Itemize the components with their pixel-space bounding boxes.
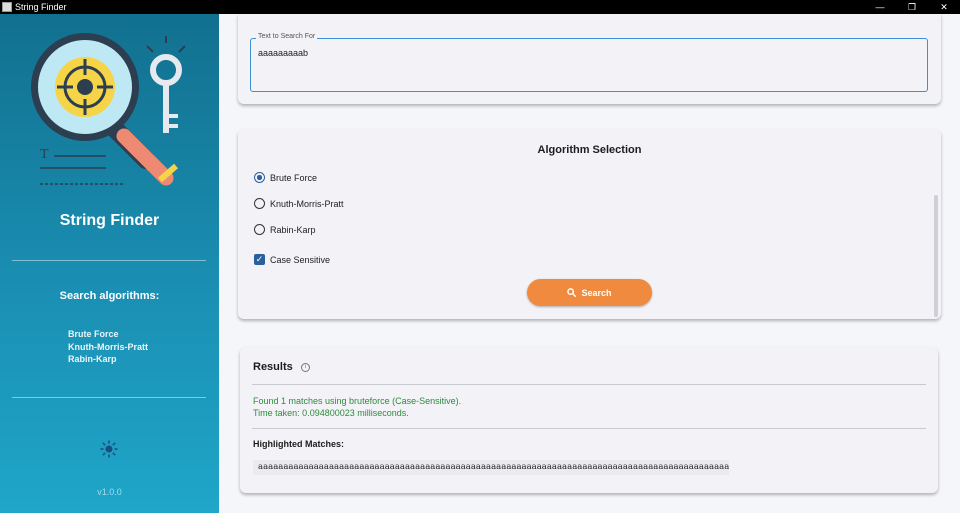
version-label: v1.0.0 xyxy=(97,487,122,497)
highlighted-text-box: aaaaaaaaaaaaaaaaaaaaaaaaaaaaaaaaaaaaaaaa… xyxy=(253,460,729,475)
sidebar: T String Finder Search algorithms: Brute… xyxy=(0,14,219,513)
algorithm-list-item: Knuth-Morris-Pratt xyxy=(68,341,148,352)
algorithm-selection-card: Algorithm Selection Brute Force Knuth-Mo… xyxy=(238,129,941,319)
results-divider xyxy=(252,384,926,385)
radio-brute-force[interactable]: Brute Force xyxy=(254,172,317,183)
info-icon[interactable]: i xyxy=(300,362,310,372)
results-match-count: Found 1 matches using bruteforce (Case-S… xyxy=(253,396,462,406)
results-title-row: Results i xyxy=(253,361,310,373)
checkmark-icon: ✓ xyxy=(254,254,265,265)
svg-text:T: T xyxy=(40,147,49,162)
app-name: String Finder xyxy=(59,212,160,229)
algorithm-selection-title: Algorithm Selection xyxy=(537,144,642,156)
algorithm-list-item: Brute Force xyxy=(68,329,119,339)
minimize-button[interactable]: — xyxy=(864,0,896,14)
results-divider xyxy=(252,428,926,429)
results-status: Found 1 matches using bruteforce (Case-S… xyxy=(253,395,461,419)
radio-label: Rabin-Karp xyxy=(270,224,316,235)
sun-icon[interactable] xyxy=(100,440,118,458)
search-text-field[interactable]: Text to Search For aaaaaaaaab xyxy=(250,33,928,92)
radio-knuth-morris-pratt[interactable]: Knuth-Morris-Pratt xyxy=(254,198,344,209)
radio-label: Brute Force xyxy=(270,172,318,183)
search-icon xyxy=(567,288,577,297)
window-title: String Finder xyxy=(15,2,67,12)
search-button-label: Search xyxy=(581,287,612,298)
search-button[interactable]: Search xyxy=(527,279,652,306)
window-titlebar: String Finder — ❐ ✕ xyxy=(0,0,960,14)
radio-rabin-karp[interactable]: Rabin-Karp xyxy=(254,224,316,235)
radio-label: Knuth-Morris-Pratt xyxy=(270,198,344,209)
checkbox-label: Case Sensitive xyxy=(270,254,331,265)
sidebar-divider xyxy=(12,260,206,261)
algorithms-list: Brute Force Knuth-Morris-Pratt Rabin-Kar… xyxy=(68,328,148,366)
algorithms-heading: Search algorithms: xyxy=(59,290,160,302)
magnifier-key-logo-icon: T xyxy=(31,33,186,186)
sidebar-divider xyxy=(12,397,206,398)
radio-unchecked-icon xyxy=(254,224,265,235)
maximize-button[interactable]: ❐ xyxy=(896,0,928,14)
close-button[interactable]: ✕ xyxy=(928,0,960,14)
search-text-value[interactable]: aaaaaaaaab xyxy=(258,48,308,58)
search-text-label: Text to Search For xyxy=(256,33,318,40)
results-time-taken: Time taken: 0.094800023 milliseconds. xyxy=(253,408,409,418)
search-input-card: Text to Search For aaaaaaaaab xyxy=(238,14,941,104)
algorithm-list-item: Rabin-Karp xyxy=(68,354,117,364)
results-title: Results xyxy=(253,361,293,373)
radio-checked-icon xyxy=(254,172,265,183)
results-card: Results i Found 1 matches using brutefor… xyxy=(240,347,938,493)
vertical-scrollbar[interactable] xyxy=(934,195,938,317)
radio-unchecked-icon xyxy=(254,198,265,209)
case-sensitive-checkbox[interactable]: ✓ Case Sensitive xyxy=(254,254,330,265)
app-icon xyxy=(2,2,12,12)
highlighted-matches-title: Highlighted Matches: xyxy=(253,439,345,449)
highlighted-text-plain: aaaaaaaaaaaaaaaaaaaaaaaaaaaaaaaaaaaaaaaa… xyxy=(258,462,729,472)
